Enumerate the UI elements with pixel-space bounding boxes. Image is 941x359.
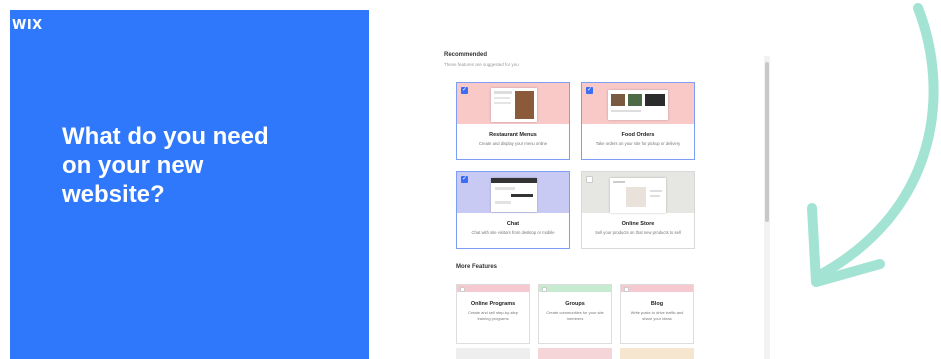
feature-card-online-programs[interactable]: Online Programs Create and sell step-by-… <box>456 284 530 344</box>
more-features-title: More Features <box>456 264 498 270</box>
feature-card-food-orders[interactable]: ✓ Food Orders Take orders on your site f… <box>581 82 695 160</box>
feature-card-chat[interactable]: ✓ Chat Chat with site visitors from desk… <box>456 171 570 249</box>
check-icon[interactable]: ✓ <box>586 87 593 94</box>
restaurant-menus-image <box>457 83 569 124</box>
menu-mockup <box>491 88 537 122</box>
chat-image <box>457 172 569 213</box>
wix-logo: WIX <box>12 18 43 33</box>
next-card-peek <box>538 348 612 359</box>
feature-card-restaurant-menus[interactable]: ✓ Restaurant Menus Create and display yo… <box>456 82 570 160</box>
recommended-subtitle: These features are suggested for you <box>444 62 519 67</box>
card-description: Create and sell step-by-step training pr… <box>467 310 519 321</box>
recommended-title: Recommended <box>444 52 488 58</box>
card-title: Blog <box>650 301 664 307</box>
card-title: Online Programs <box>470 301 516 307</box>
scrollbar-thumb[interactable] <box>765 62 769 222</box>
chat-mockup <box>491 178 537 212</box>
feature-card-online-store[interactable]: Online Store Sell your products on that … <box>581 171 695 249</box>
check-icon[interactable]: ✓ <box>461 87 468 94</box>
feature-card-blog[interactable]: Blog Write posts to drive traffic and sh… <box>620 284 694 344</box>
checkbox-icon[interactable] <box>586 176 593 183</box>
page-headline: What do you need on your new website? <box>62 123 269 208</box>
card-title: Groups <box>565 301 585 307</box>
card-description: Sell your products on that new products … <box>595 230 681 235</box>
feature-panel: Recommended These features are suggested… <box>438 44 774 359</box>
card-title: Food Orders <box>621 132 655 138</box>
curved-arrow-icon <box>807 3 939 287</box>
checkbox-icon[interactable] <box>542 287 547 292</box>
card-title: Chat <box>506 221 520 227</box>
food-orders-mockup <box>608 90 668 120</box>
checkbox-icon[interactable] <box>460 287 465 292</box>
card-description: Create communities for your site members <box>546 310 604 321</box>
card-title: Restaurant Menus <box>489 132 537 138</box>
card-description: Chat with site visitors from desktop or … <box>471 230 555 235</box>
check-icon[interactable]: ✓ <box>461 176 468 183</box>
online-store-image <box>582 172 694 213</box>
store-mockup <box>610 178 666 213</box>
card-description: Create and display your menu online <box>478 141 548 146</box>
card-description: Take orders on your site for pickup or d… <box>595 141 681 146</box>
next-card-peek <box>456 348 530 359</box>
checkbox-icon[interactable] <box>624 287 629 292</box>
card-description: Write posts to drive traffic and share y… <box>630 310 684 321</box>
left-promo-panel: WIX What do you need on your new website… <box>10 10 369 359</box>
food-orders-image <box>582 83 694 124</box>
feature-card-groups[interactable]: Groups Create communities for your site … <box>538 284 612 344</box>
card-title: Online Store <box>621 221 655 227</box>
next-card-peek <box>620 348 694 359</box>
